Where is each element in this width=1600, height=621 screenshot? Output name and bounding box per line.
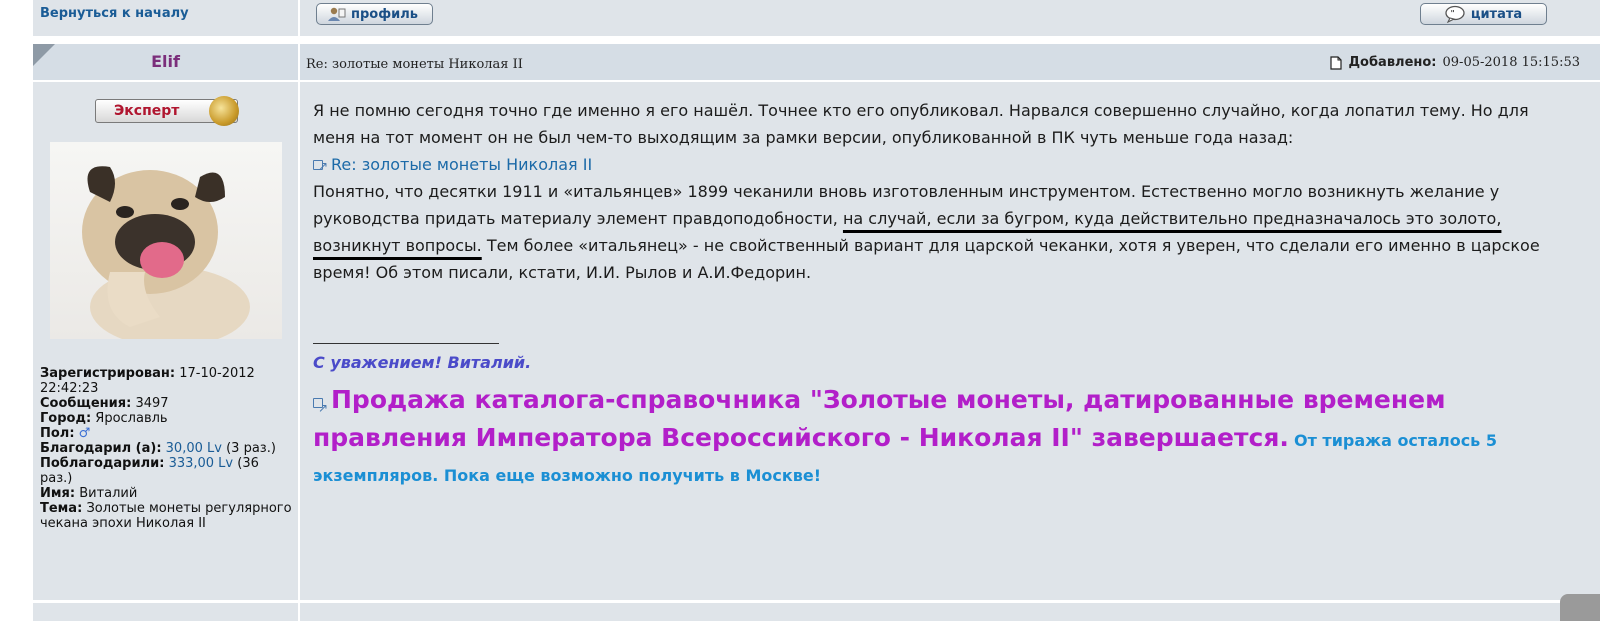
profile-icon — [328, 7, 346, 21]
forum-post-frame: Вернуться к началу профиль " цитата Elif… — [33, 0, 1600, 621]
user-profile-details: Зарегистрирован: 17-10-2012 22:42:23 Соо… — [40, 366, 292, 531]
city-row: Город: Ярославль — [40, 411, 168, 426]
external-link-icon — [313, 153, 329, 180]
thanked-row: Благодарил (а): 30,00 Lv (3 раз.) — [40, 441, 276, 456]
post-header-cell: Re: золотые монеты Николая II Добавлено:… — [300, 44, 1600, 80]
post-message: Я не помню сегодня точно где именно я ег… — [313, 97, 1548, 286]
post-toolbar: Вернуться к началу профиль " цитата — [33, 0, 1600, 36]
quoted-post-link[interactable]: Re: золотые монеты Николая II — [331, 155, 592, 174]
message-paragraph: Понятно, что десятки 1911 и «итальянцев»… — [313, 182, 1540, 282]
rank-label: Эксперт — [114, 103, 180, 119]
added-label: Добавлено: — [1348, 55, 1437, 70]
message-paragraph: Я не помню сегодня точно где именно я ег… — [313, 101, 1529, 147]
thanked-link[interactable]: 30,00 Lv — [166, 441, 222, 456]
signature-promo: Продажа каталога-справочника "Золотые мо… — [313, 382, 1553, 493]
signature-divider — [313, 343, 499, 344]
user-info-cell: Эксперт Зарегистрирован: 17-10-2012 22:4… — [33, 82, 298, 621]
row-separator — [33, 36, 1600, 44]
column-divider — [298, 0, 300, 621]
author-header-cell: Elif — [33, 44, 298, 80]
added-date: 09-05-2018 15:15:53 — [1442, 55, 1580, 70]
document-icon — [1330, 55, 1343, 70]
name-row: Имя: Виталий — [40, 486, 138, 501]
catalog-promo-link[interactable]: Продажа каталога-справочника "Золотые мо… — [313, 385, 1446, 452]
back-to-top-link[interactable]: Вернуться к началу — [40, 6, 189, 21]
post-body-cell: Я не помню сегодня точно где именно я ег… — [300, 82, 1600, 621]
posts-row: Сообщения: 3497 — [40, 396, 169, 411]
rank-badge: Эксперт — [95, 96, 239, 126]
thanked-by-row: Поблагодарили: 333,00 Lv (36 раз.) — [40, 456, 259, 486]
thanked-by-link[interactable]: 333,00 Lv — [169, 456, 234, 471]
post-author[interactable]: Elif — [33, 52, 298, 71]
male-icon: ♂ — [78, 426, 91, 441]
gender-row: Пол: ♂ — [40, 426, 91, 441]
profile-button-label: профиль — [351, 6, 418, 22]
svg-text:": " — [1450, 9, 1454, 18]
quote-button[interactable]: " цитата — [1420, 3, 1547, 25]
quoted-post-link-row: Re: золотые монеты Николая II — [313, 151, 1548, 180]
pug-avatar-image — [82, 166, 250, 339]
speech-bubble-icon: " — [1445, 5, 1465, 23]
topic-row: Тема: Золотые монеты регулярного чекана … — [40, 501, 292, 531]
quote-button-label: цитата — [1470, 6, 1523, 22]
medal-icon — [209, 96, 239, 126]
post-title: Re: золотые монеты Николая II — [306, 57, 523, 72]
post-date: Добавлено: 09-05-2018 15:15:53 — [1330, 55, 1580, 70]
external-link-icon — [313, 391, 329, 426]
avatar — [50, 142, 282, 339]
signature-greeting: С уважением! Виталий. — [313, 353, 532, 372]
scroll-to-top-button[interactable] — [1560, 594, 1600, 621]
row-separator — [33, 600, 1600, 603]
registered-row: Зарегистрирован: 17-10-2012 22:42:23 — [40, 366, 255, 396]
profile-button[interactable]: профиль — [316, 3, 433, 25]
